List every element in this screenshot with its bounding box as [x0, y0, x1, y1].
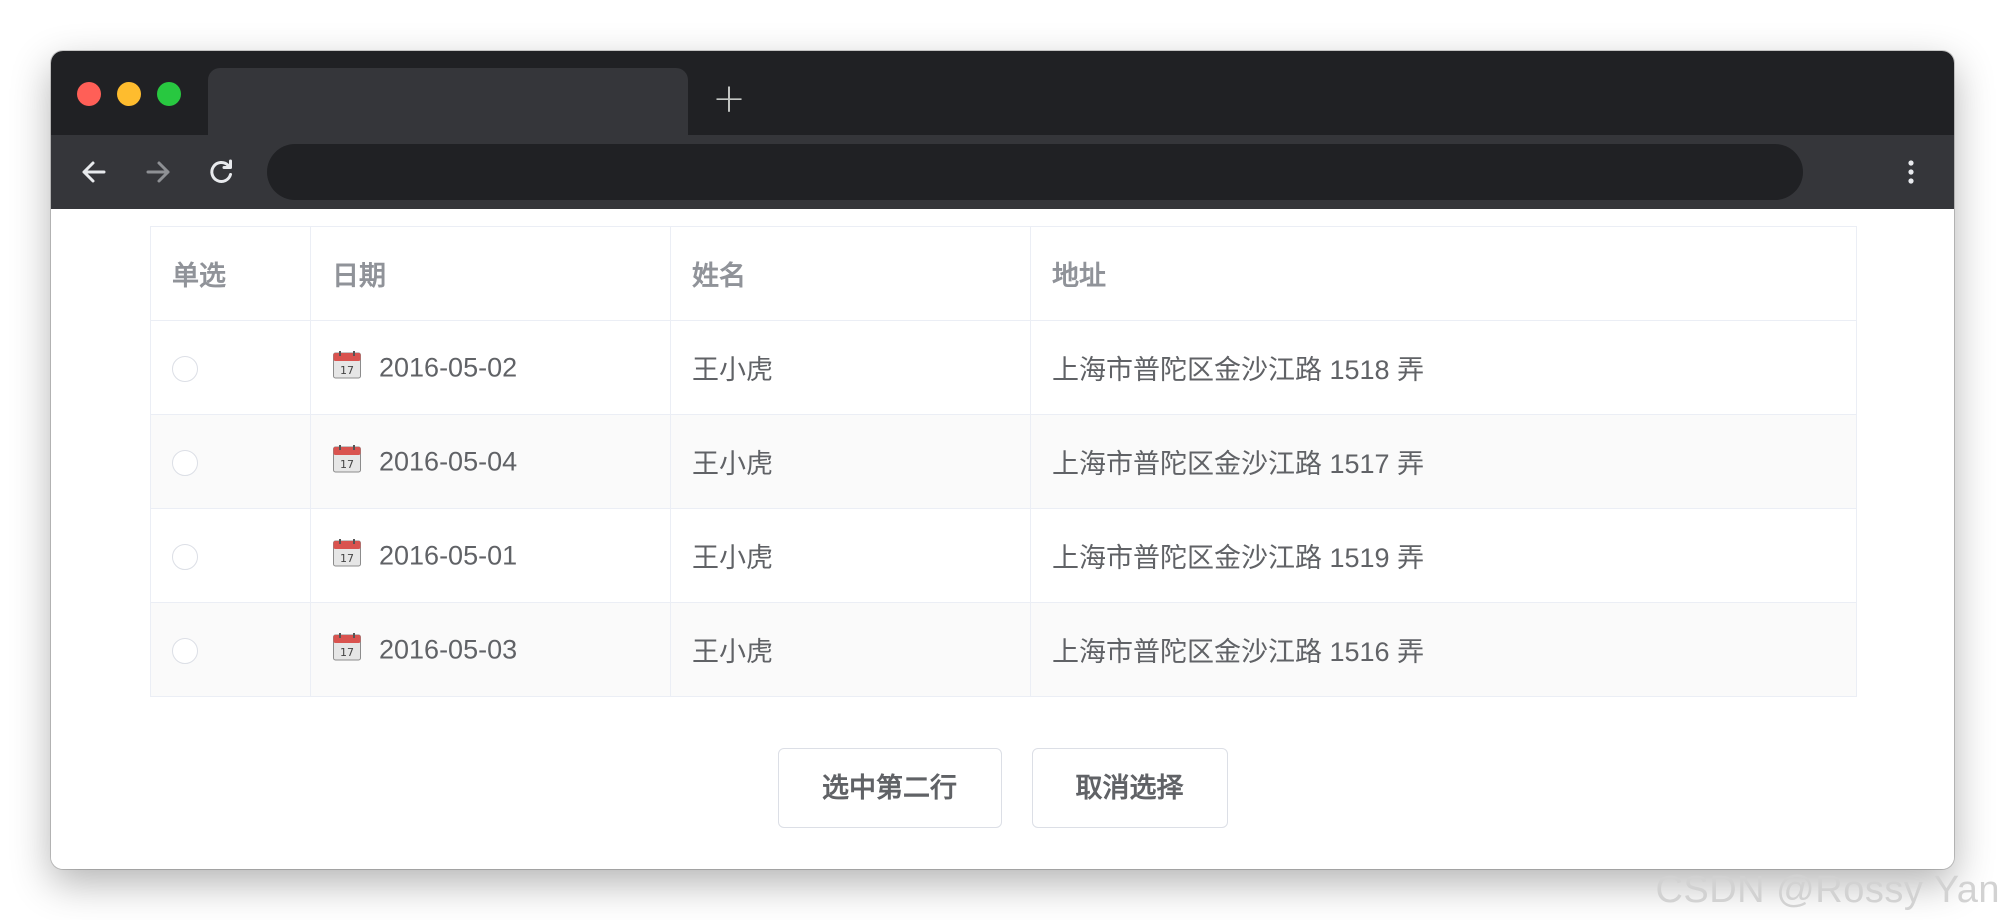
- new-tab-button[interactable]: +: [711, 79, 747, 119]
- plus-icon: +: [712, 76, 746, 122]
- select-cell: [150, 508, 311, 603]
- table-row[interactable]: 17 2016-05-02 王小虎 上海市普陀区金沙江路 1518 弄: [150, 320, 1857, 415]
- header-date[interactable]: 日期: [310, 226, 671, 321]
- arrow-left-icon: [82, 161, 106, 183]
- browser-titlebar: +: [51, 51, 1954, 135]
- watermark-text: CSDN @Rossy Yan: [1655, 869, 2000, 911]
- browser-toolbar: [51, 135, 1954, 209]
- table-row[interactable]: 17 2016-05-01 王小虎 上海市普陀区金沙江路 1519 弄: [150, 508, 1857, 603]
- row-radio[interactable]: [172, 637, 198, 664]
- table-header-row: 单选 日期 姓名 地址: [150, 226, 1857, 321]
- name-cell: 王小虎: [670, 414, 1031, 509]
- page-content: 单选 日期 姓名 地址 17 2016-05-02 王小虎 上海市普陀区金沙江路…: [51, 209, 1954, 869]
- name-cell: 王小虎: [670, 320, 1031, 415]
- date-cell: 17 2016-05-03: [310, 602, 671, 697]
- maximize-window-button[interactable]: [157, 82, 181, 106]
- table-row[interactable]: 17 2016-05-03 王小虎 上海市普陀区金沙江路 1516 弄: [150, 602, 1857, 697]
- data-table: 单选 日期 姓名 地址 17 2016-05-02 王小虎 上海市普陀区金沙江路…: [150, 226, 1857, 697]
- header-address[interactable]: 地址: [1030, 226, 1857, 321]
- date-cell: 17 2016-05-01: [310, 508, 671, 603]
- address-cell: 上海市普陀区金沙江路 1516 弄: [1030, 602, 1857, 697]
- back-button[interactable]: [75, 153, 113, 191]
- browser-window: + 单选 日期 姓名 地址 17 2016-05-02 王小虎 上海市普陀区金沙…: [51, 51, 1954, 869]
- date-text: 2016-05-01: [379, 540, 518, 571]
- header-select: 单选: [150, 226, 311, 321]
- select-cell: [150, 602, 311, 697]
- select-second-row-button[interactable]: 选中第二行: [777, 748, 1002, 828]
- date-cell: 17 2016-05-04: [310, 414, 671, 509]
- minimize-window-button[interactable]: [117, 82, 141, 106]
- address-bar[interactable]: [267, 144, 1803, 200]
- name-cell: 王小虎: [670, 508, 1031, 603]
- browser-menu-button[interactable]: [1892, 153, 1930, 191]
- row-radio[interactable]: [172, 543, 198, 570]
- calendar-icon: 17: [332, 632, 362, 662]
- svg-text:17: 17: [340, 646, 354, 659]
- date-text: 2016-05-02: [379, 352, 518, 383]
- svg-text:17: 17: [340, 364, 354, 377]
- header-name[interactable]: 姓名: [670, 226, 1031, 321]
- action-buttons: 选中第二行 取消选择: [51, 748, 1954, 828]
- reload-icon: [210, 159, 232, 183]
- address-cell: 上海市普陀区金沙江路 1519 弄: [1030, 508, 1857, 603]
- date-cell: 17 2016-05-02: [310, 320, 671, 415]
- select-cell: [150, 414, 311, 509]
- date-text: 2016-05-04: [379, 446, 518, 477]
- screenshot-stage: + 单选 日期 姓名 地址 17 2016-05-02 王小虎 上海市普陀区金沙…: [0, 0, 2006, 920]
- arrow-right-icon: [146, 161, 170, 183]
- date-text: 2016-05-03: [379, 634, 518, 665]
- row-radio[interactable]: [172, 449, 198, 476]
- svg-text:17: 17: [340, 458, 354, 471]
- address-cell: 上海市普陀区金沙江路 1518 弄: [1030, 320, 1857, 415]
- table-row[interactable]: 17 2016-05-04 王小虎 上海市普陀区金沙江路 1517 弄: [150, 414, 1857, 509]
- calendar-icon: 17: [332, 538, 362, 568]
- browser-tab-active[interactable]: [208, 68, 688, 135]
- calendar-icon: 17: [332, 444, 362, 474]
- name-cell: 王小虎: [670, 602, 1031, 697]
- address-cell: 上海市普陀区金沙江路 1517 弄: [1030, 414, 1857, 509]
- row-radio[interactable]: [172, 355, 198, 382]
- more-vertical-icon: [1908, 160, 1914, 184]
- forward-button[interactable]: [139, 153, 177, 191]
- reload-button[interactable]: [203, 153, 241, 191]
- calendar-icon: 17: [332, 350, 362, 380]
- clear-selection-button[interactable]: 取消选择: [1031, 748, 1228, 828]
- close-window-button[interactable]: [77, 82, 101, 106]
- svg-text:17: 17: [340, 552, 354, 565]
- select-cell: [150, 320, 311, 415]
